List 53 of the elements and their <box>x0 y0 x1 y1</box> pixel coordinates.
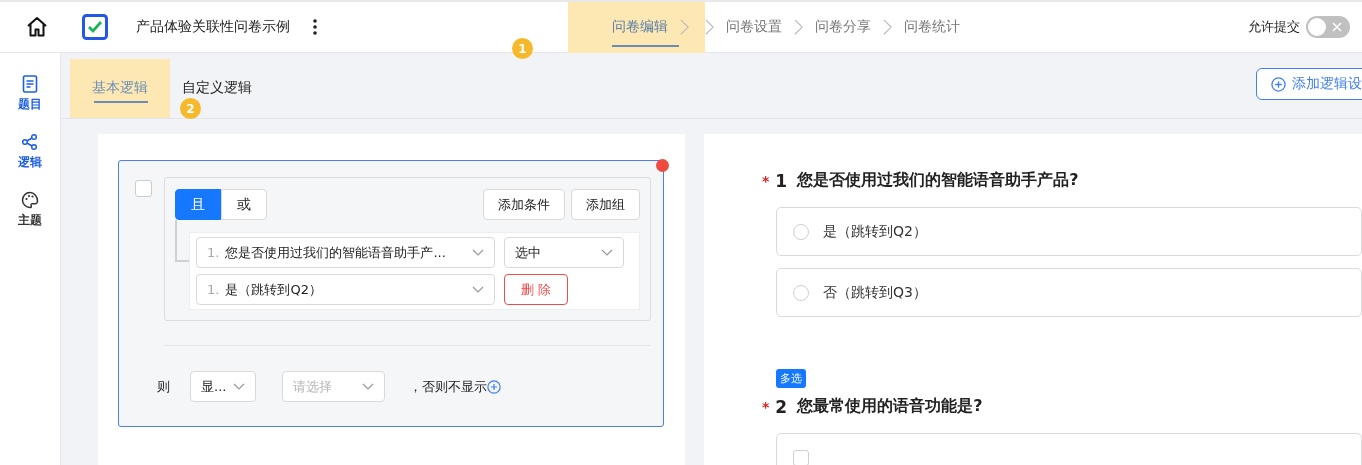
radio-button[interactable] <box>793 223 809 240</box>
chevron-down-icon <box>472 286 484 293</box>
required-mark: * <box>762 172 770 189</box>
option-select[interactable]: 1. 是（跳转到Q2） <box>196 274 495 305</box>
plus-circle-icon[interactable] <box>487 379 501 394</box>
chevron-down-icon <box>362 383 374 390</box>
conjunction-toggle[interactable]: 或 <box>221 189 267 220</box>
plus-circle-icon[interactable] <box>1271 76 1286 92</box>
required-mark: * <box>762 398 770 415</box>
switch-label: 允许提交 <box>1248 18 1300 36</box>
add-logic-button[interactable]: 添加逻辑设 <box>1256 68 1362 100</box>
add-button[interactable]: 添加组 <box>571 189 640 220</box>
delete-button[interactable]: 删 除 <box>504 274 568 305</box>
question-title: * 1 您是否使用过我们的智能语音助手产品? <box>762 170 1080 191</box>
action-select[interactable]: 显... <box>190 371 256 402</box>
home-icon[interactable] <box>25 15 49 39</box>
step-tab[interactable]: 问卷分享 <box>803 1 883 53</box>
rule-checkbox[interactable] <box>135 180 152 197</box>
step-tab[interactable]: 问卷编辑 <box>568 1 705 53</box>
logo-icon <box>82 14 108 40</box>
chevron-icon <box>705 18 714 36</box>
chevron-down-icon <box>601 249 613 256</box>
answer-option[interactable]: 否（跳转到Q3） <box>776 268 1362 317</box>
answer-option[interactable]: 是（跳转到Q2） <box>776 207 1362 256</box>
share-nodes-icon <box>21 133 39 151</box>
remove-dot-icon[interactable] <box>656 159 669 172</box>
more-icon[interactable] <box>312 18 318 36</box>
document-icon <box>22 75 38 93</box>
otherwise-text: ，否则不显示 <box>409 377 487 396</box>
chevron-icon <box>883 18 892 36</box>
step-tab[interactable]: 问卷设置 <box>714 1 794 53</box>
sidebar-item[interactable]: 主题 <box>18 191 42 229</box>
step-tab[interactable]: 问卷统计 <box>892 1 972 53</box>
checkbox[interactable] <box>793 449 809 465</box>
then-label: 则 <box>157 377 170 396</box>
tour-step-badge: 2 <box>180 98 201 119</box>
palette-icon <box>21 191 39 209</box>
survey-title: 产品体验关联性问卷示例 <box>136 18 290 36</box>
allow-submit-switch[interactable] <box>1306 16 1350 38</box>
conjunction-toggle[interactable]: 且 <box>175 189 221 220</box>
question-type-tag: 多选 <box>776 369 806 388</box>
chevron-icon <box>680 18 689 36</box>
operator-select[interactable]: 选中 <box>504 237 624 268</box>
radio-button[interactable] <box>793 284 809 301</box>
add-button[interactable]: 添加条件 <box>483 189 565 220</box>
chevron-icon <box>794 18 803 36</box>
chevron-down-icon <box>233 383 245 390</box>
close-icon <box>1332 22 1342 32</box>
sidebar-item[interactable]: 题目 <box>18 75 42 113</box>
question-title: * 2 您最常使用的语音功能是? <box>762 396 984 417</box>
sidebar-item[interactable]: 逻辑 <box>18 133 42 171</box>
chevron-down-icon <box>472 249 484 256</box>
question-select[interactable]: 1. 您是否使用过我们的智能语音助手产... <box>196 237 495 268</box>
